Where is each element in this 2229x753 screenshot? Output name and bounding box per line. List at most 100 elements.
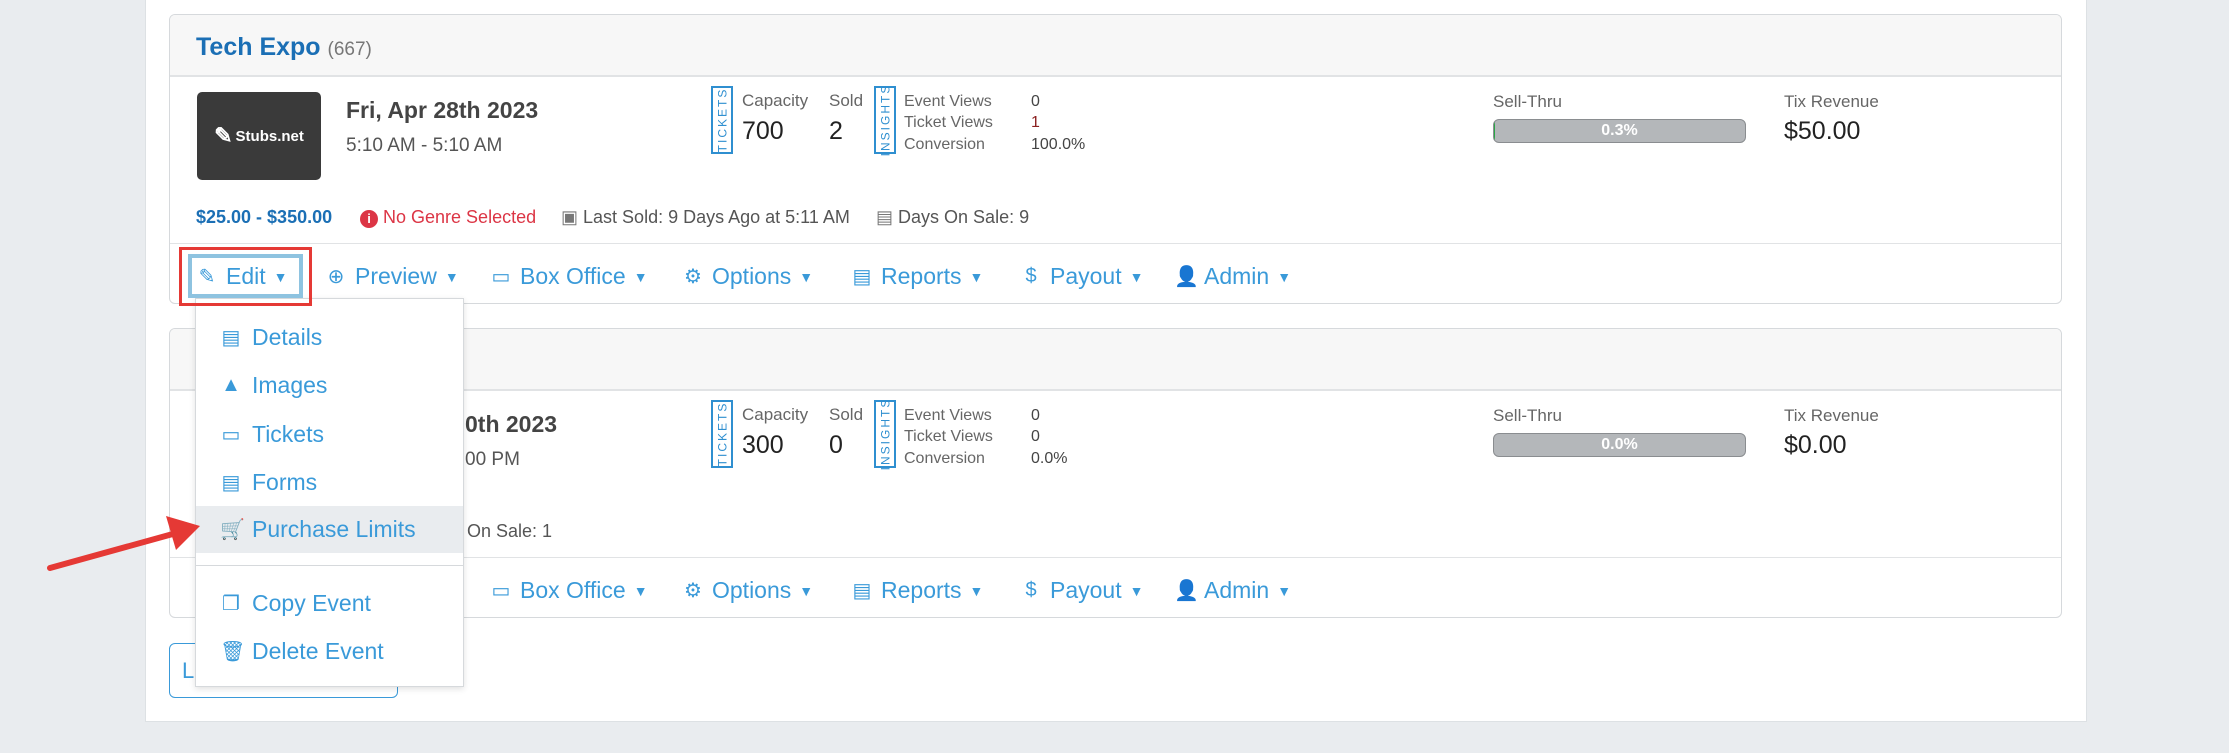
conversion-value: 0.0% <box>1031 450 1068 467</box>
annotation-arrow <box>47 516 200 571</box>
user-lock-icon: 👤 <box>1174 266 1199 288</box>
ticket-views-value: 1 <box>1031 114 1040 131</box>
sell-thru-progress: 0.3% <box>1493 119 1746 143</box>
event-date: 0th 2023 <box>465 411 558 437</box>
genre-warning[interactable]: i No Genre Selected <box>360 207 536 228</box>
revenue-label: Tix Revenue <box>1784 406 1879 425</box>
event-date: Fri, Apr 28th 2023 <box>346 97 539 123</box>
caret-down-icon: ▼ <box>1129 268 1144 285</box>
capacity-label: Capacity <box>742 91 809 110</box>
days-on-sale: On Sale: 1 <box>467 521 553 541</box>
sell-thru-label: Sell-Thru <box>1493 92 1562 111</box>
sold-value: 0 <box>829 431 843 459</box>
annotation-highlight-box <box>179 247 312 306</box>
event-time: 00 PM <box>465 449 520 470</box>
price-range: $25.00 - $350.00 <box>196 207 333 227</box>
capacity-value: 300 <box>742 431 784 459</box>
sold-label: Sold <box>829 405 864 424</box>
options-dropdown-button[interactable]: ⚙ Options ▼ <box>682 263 813 290</box>
conversion-value: 100.0% <box>1031 136 1086 153</box>
options-dropdown-button[interactable]: ⚙ Options ▼ <box>682 577 813 604</box>
dollar-icon: $ <box>1025 265 1037 287</box>
preview-dropdown-button[interactable]: ⊕ Preview ▼ <box>325 263 459 290</box>
insights-label: INSIGHTS <box>874 398 896 470</box>
sell-thru-progress: 0.0% <box>1493 433 1746 457</box>
caret-down-icon: ▼ <box>633 268 648 285</box>
cart-icon: 🛒 <box>220 519 245 541</box>
menu-item-forms[interactable]: ▤ Forms <box>196 459 463 506</box>
page-background <box>2087 0 2229 753</box>
ticket-icon: ▭ <box>221 424 241 446</box>
menu-item-copy-event[interactable]: ❐ Copy Event <box>196 580 463 627</box>
gear-icon: ⚙ <box>684 580 702 602</box>
menu-item-delete-event[interactable]: 🗑 Delete Event <box>196 628 463 675</box>
menu-divider <box>196 565 463 566</box>
menu-item-images[interactable]: ▲ Images <box>196 362 463 409</box>
caret-down-icon: ▼ <box>444 268 459 285</box>
revenue-value: $50.00 <box>1784 117 1861 145</box>
event-card: Tech Expo (667) ✎ Stubs.net Fri, Apr 28th… <box>169 14 2062 304</box>
menu-item-details[interactable]: ▤ Details <box>196 314 463 361</box>
file-icon: ▤ <box>221 472 241 494</box>
caret-down-icon: ▼ <box>799 268 814 285</box>
revenue-value: $0.00 <box>1784 431 1847 459</box>
event-title[interactable]: Tech Expo (667) <box>196 33 372 62</box>
reports-dropdown-button[interactable]: ▤ Reports ▼ <box>851 577 984 604</box>
insights-label: INSIGHTS <box>874 84 896 156</box>
payout-dropdown-button[interactable]: $ Payout ▼ <box>1020 577 1143 604</box>
caret-down-icon: ▼ <box>799 582 814 599</box>
menu-item-purchase-limits[interactable]: 🛒 Purchase Limits <box>196 506 463 553</box>
caret-down-icon: ▼ <box>969 582 984 599</box>
divider <box>170 243 2061 244</box>
ticket-icon: ▭ <box>491 580 511 602</box>
event-views-value: 0 <box>1031 93 1040 110</box>
ticket-views-label: Ticket Views <box>904 114 993 131</box>
event-views-label: Event Views <box>904 407 992 424</box>
dollar-icon: $ <box>1025 579 1037 601</box>
calendar-icon: ▤ <box>221 327 241 349</box>
revenue-label: Tix Revenue <box>1784 92 1879 111</box>
event-views-value: 0 <box>1031 407 1040 424</box>
sold-value: 2 <box>829 117 843 145</box>
sold-label: Sold <box>829 91 864 110</box>
conversion-label: Conversion <box>904 450 985 467</box>
info-circle-icon: i <box>360 210 378 228</box>
ticket-icon: ▭ <box>491 266 511 288</box>
reports-dropdown-button[interactable]: ▤ Reports ▼ <box>851 263 984 290</box>
event-time: 5:10 AM - 5:10 AM <box>346 135 503 156</box>
tickets-label: TICKETS <box>711 400 733 468</box>
globe-icon: ⊕ <box>327 266 345 288</box>
conversion-label: Conversion <box>904 136 985 153</box>
file-icon: ▤ <box>852 266 872 288</box>
copy-icon: ❐ <box>222 593 240 615</box>
menu-item-tickets[interactable]: ▭ Tickets <box>196 411 463 458</box>
ticket-views-value: 0 <box>1031 428 1040 445</box>
caret-down-icon: ▼ <box>969 268 984 285</box>
file-icon: ▤ <box>852 580 872 602</box>
sell-thru-label: Sell-Thru <box>1493 406 1562 425</box>
trash-icon: 🗑 <box>220 641 246 663</box>
caret-down-icon: ▼ <box>1277 268 1292 285</box>
event-image-logo: ✎ Stubs.net <box>197 92 321 180</box>
caret-down-icon: ▼ <box>1277 582 1292 599</box>
gear-icon: ⚙ <box>684 266 702 288</box>
capacity-label: Capacity <box>742 405 809 424</box>
box-office-dropdown-button[interactable]: ▭ Box Office ▼ <box>490 263 648 290</box>
ticket-views-label: Ticket Views <box>904 428 993 445</box>
admin-dropdown-button[interactable]: 👤 Admin ▼ <box>1174 263 1291 290</box>
ticket-icon: ▣ <box>561 207 579 227</box>
last-sold: ▣ Last Sold: 9 Days Ago at 5:11 AM <box>561 207 850 227</box>
capacity-value: 700 <box>742 117 784 145</box>
box-office-dropdown-button[interactable]: ▭ Box Office ▼ <box>490 577 648 604</box>
caret-down-icon: ▼ <box>633 582 648 599</box>
payout-dropdown-button[interactable]: $ Payout ▼ <box>1020 263 1143 290</box>
tickets-label: TICKETS <box>711 86 733 154</box>
user-lock-icon: 👤 <box>1174 580 1199 602</box>
admin-dropdown-button[interactable]: 👤 Admin ▼ <box>1174 577 1291 604</box>
event-count: (667) <box>327 39 372 60</box>
event-views-label: Event Views <box>904 93 992 110</box>
edit-dropdown-menu: ▤ Details ▲ Images ▭ Tickets ▤ Forms 🛒 Purcha… <box>195 298 464 687</box>
days-on-sale: ▤ Days On Sale: 9 <box>876 207 1030 227</box>
calendar-icon: ▤ <box>876 207 894 227</box>
sell-thru-fill <box>1494 120 1495 142</box>
